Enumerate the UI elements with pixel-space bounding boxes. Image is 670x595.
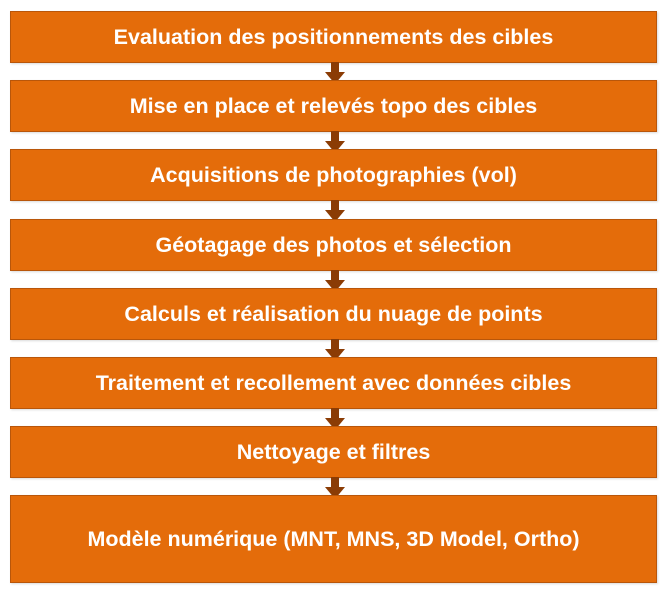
step-8-label: Modèle numérique (MNT, MNS, 3D Model, Or… (87, 526, 580, 551)
step-2-box: Mise en place et relevés topo des cibles (10, 80, 657, 132)
step-7-label: Nettoyage et filtres (236, 439, 431, 464)
step-4-label: Géotagage des photos et sélection (155, 232, 512, 257)
step-3-box: Acquisitions de photographies (vol) (10, 149, 657, 201)
step-1-box: Evaluation des positionnements des cible… (10, 11, 657, 63)
step-2-label: Mise en place et relevés topo des cibles (129, 93, 538, 118)
step-5-label: Calculs et réalisation du nuage de point… (124, 301, 543, 326)
step-3-label: Acquisitions de photographies (vol) (150, 162, 517, 187)
step-6-box: Traitement et recollement avec données c… (10, 357, 657, 409)
step-6-label: Traitement et recollement avec données c… (95, 370, 572, 395)
step-8-box: Modèle numérique (MNT, MNS, 3D Model, Or… (10, 495, 657, 583)
step-7-box: Nettoyage et filtres (10, 426, 657, 478)
step-1-label: Evaluation des positionnements des cible… (113, 24, 554, 49)
step-4-box: Géotagage des photos et sélection (10, 219, 657, 271)
process-flowchart: Evaluation des positionnements des cible… (0, 0, 670, 595)
step-5-box: Calculs et réalisation du nuage de point… (10, 288, 657, 340)
